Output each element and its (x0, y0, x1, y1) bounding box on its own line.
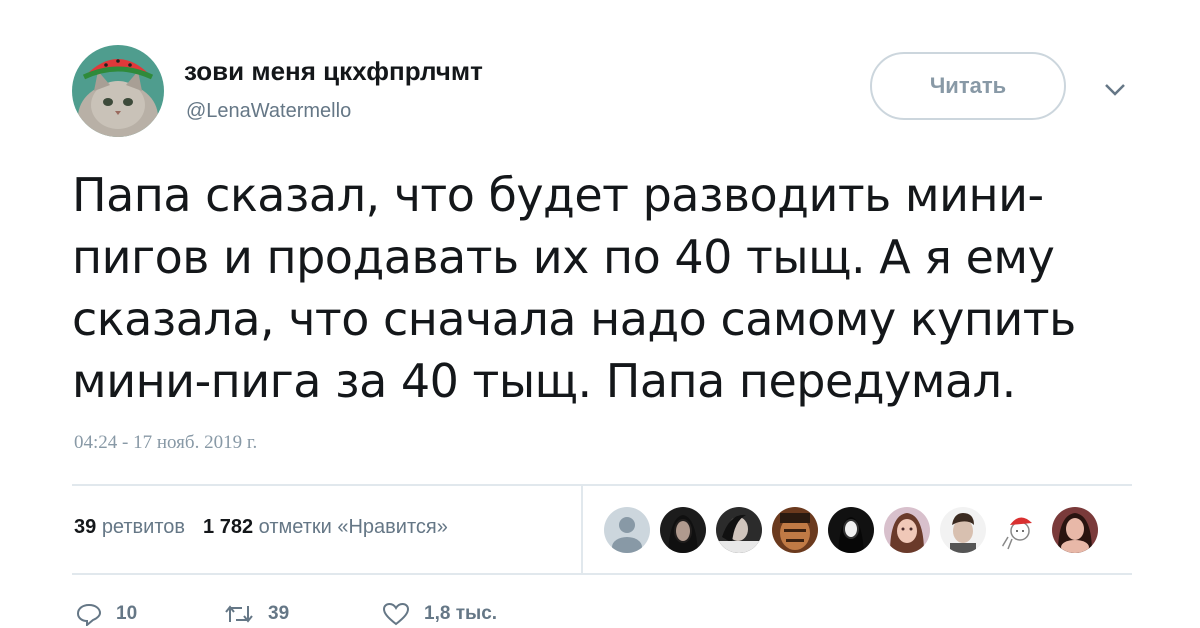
author-handle[interactable]: @LenaWatermello (186, 100, 351, 123)
likes-count: 1 782 (203, 516, 254, 538)
default-avatar-icon (604, 507, 650, 553)
user-avatar-icon (884, 507, 930, 553)
tweet-timestamp[interactable]: 04:24 - 17 нояб. 2019 г. (74, 432, 257, 454)
retweets-label: ретвитов (101, 516, 186, 538)
author-display-name[interactable]: зови меня цкхфпрлчмт (184, 56, 483, 87)
liker-avatar[interactable] (660, 507, 706, 553)
retweets-count: 39 (74, 516, 97, 538)
likes-label: отметки «Нравится» (258, 516, 448, 538)
liker-avatar[interactable] (716, 507, 762, 553)
user-avatar-icon (996, 507, 1042, 553)
user-avatar-icon (772, 507, 818, 553)
user-avatar-icon (660, 507, 706, 553)
reply-icon (76, 603, 102, 626)
reply-action[interactable]: 10 (76, 602, 137, 626)
divider (72, 484, 1132, 486)
liker-avatar[interactable] (604, 507, 650, 553)
tweet-text-line: пигов и продавать их по 40 тыщ. А я ему (72, 230, 1055, 284)
user-avatar-icon (828, 507, 874, 553)
like-count: 1,8 тыс. (424, 603, 498, 624)
user-avatar-icon (1052, 507, 1098, 553)
retweets-stat[interactable]: 39 ретвитов (74, 516, 185, 538)
reply-count: 10 (116, 603, 138, 624)
retweet-action[interactable]: 39 (224, 602, 289, 626)
divider (581, 486, 583, 573)
user-avatar-icon (716, 507, 762, 553)
liker-avatar[interactable] (828, 507, 874, 553)
tweet-stats: 39 ретвитов 1 782 отметки «Нравится» (74, 516, 448, 539)
retweet-icon (225, 605, 253, 623)
tweet-text-line: Папа сказал, что будет разводить мини- (72, 168, 1044, 222)
tweet-text: Папа сказал, что будет разводить мини- п… (72, 164, 1132, 412)
liker-avatar[interactable] (1052, 507, 1098, 553)
retweet-count: 39 (268, 603, 290, 624)
user-avatar-icon (940, 507, 986, 553)
heart-icon (382, 602, 410, 626)
like-action[interactable]: 1,8 тыс. (382, 602, 497, 626)
tweet-text-line: сказала, что сначала надо самому купить (72, 292, 1076, 346)
author-avatar[interactable] (72, 45, 164, 137)
tweet-text-line: мини-пига за 40 тыщ. Папа передумал. (72, 354, 1016, 408)
liker-avatar[interactable] (940, 507, 986, 553)
divider (72, 573, 1132, 575)
liker-avatar[interactable] (884, 507, 930, 553)
chevron-down-icon[interactable] (1102, 80, 1128, 100)
liker-avatar[interactable] (996, 507, 1042, 553)
tweet-actions: 10 39 1,8 тыс. (76, 602, 676, 628)
liker-avatar[interactable] (772, 507, 818, 553)
follow-button[interactable]: Читать (870, 52, 1066, 120)
cat-avatar-icon (72, 45, 164, 137)
likes-stat[interactable]: 1 782 отметки «Нравится» (203, 516, 448, 538)
